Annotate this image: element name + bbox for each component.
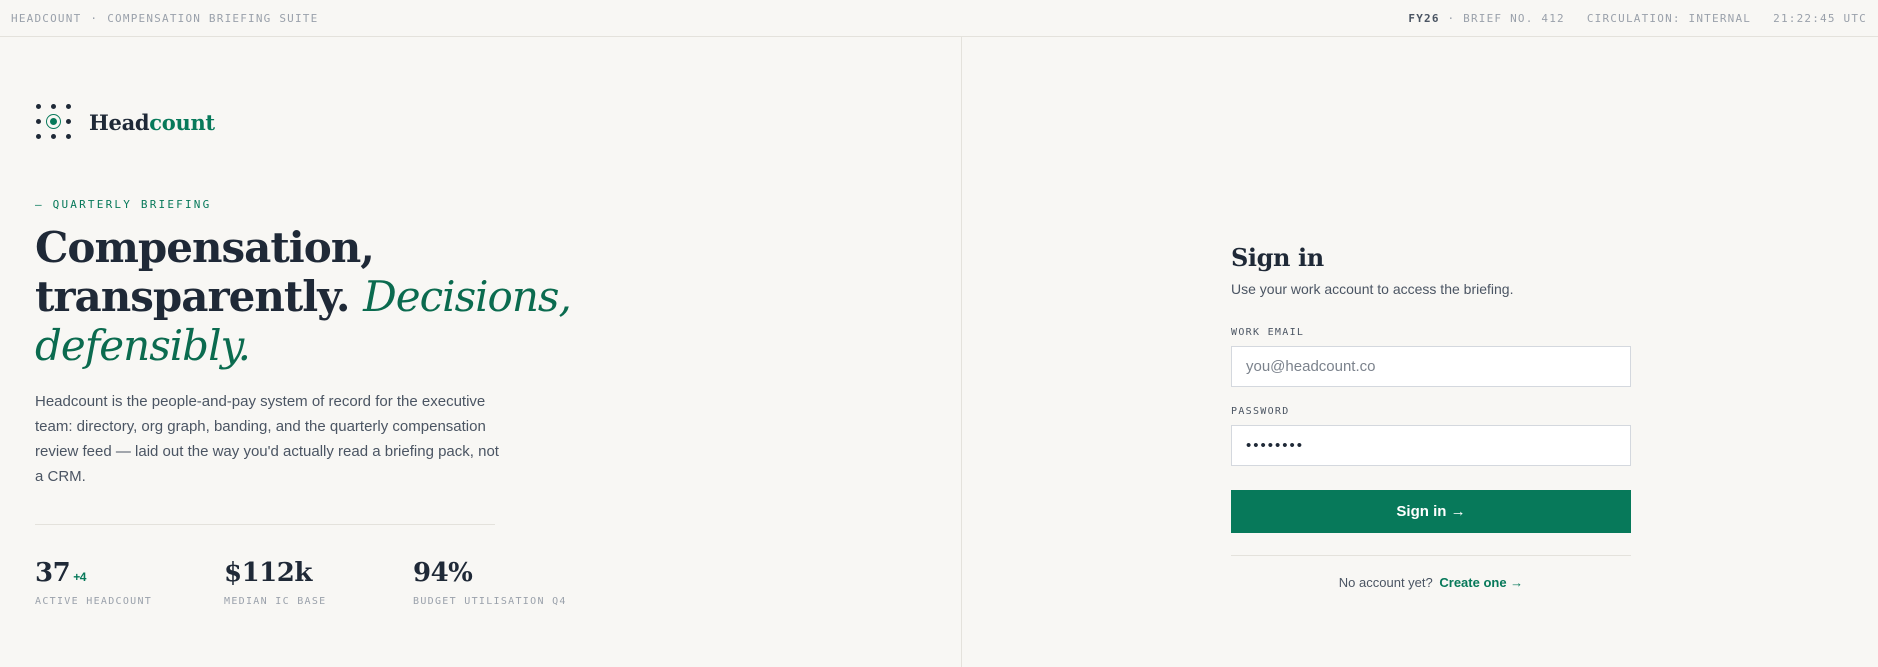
- form-title: Sign in: [1231, 243, 1324, 272]
- brief-number: FY26 · BRIEF NO. 412: [1408, 12, 1564, 25]
- stat-budget-utilisation: 94% BUDGET UTILISATION Q4: [413, 558, 567, 607]
- stat-label: ACTIVE HEADCOUNT: [35, 596, 153, 607]
- top-bar-separator: ·: [90, 11, 99, 25]
- sign-in-button[interactable]: Sign in →: [1231, 490, 1631, 533]
- pane-divider: [961, 37, 962, 667]
- signup-prompt: No account yet? Create one →: [1231, 575, 1631, 590]
- circulation-label: CIRCULATION: INTERNAL: [1586, 11, 1752, 25]
- top-bar-right: FY26 · BRIEF NO. 412 CIRCULATION: INTERN…: [1408, 12, 1867, 25]
- top-bar: HEADCOUNT · COMPENSATION BRIEFING SUITE FY…: [0, 0, 1878, 37]
- stat-label: BUDGET UTILISATION Q4: [413, 596, 567, 607]
- stat-value: $112k: [224, 558, 312, 588]
- stat-median-ic-base: $112k MEDIAN IC BASE: [224, 558, 327, 607]
- email-field[interactable]: [1231, 346, 1631, 387]
- fiscal-year: FY26: [1408, 11, 1440, 25]
- intro-pane: Headcount — QUARTERLY BRIEFING Compensat…: [35, 37, 595, 667]
- dot-grid-logo-icon: [35, 103, 73, 141]
- email-label: WORK EMAIL: [1231, 327, 1305, 338]
- no-account-text: No account yet?: [1338, 575, 1433, 590]
- password-field[interactable]: [1231, 425, 1631, 466]
- stat-value: 37: [35, 558, 71, 588]
- lead-paragraph: Headcount is the people-and-pay system o…: [35, 393, 499, 485]
- top-bar-suite: COMPENSATION BRIEFING SUITE: [107, 11, 319, 25]
- eyebrow: — QUARTERLY BRIEFING: [35, 198, 212, 211]
- create-account-link[interactable]: Create one →: [1439, 575, 1523, 590]
- stat-label: MEDIAN IC BASE: [224, 596, 327, 607]
- stat-value: 94%: [413, 558, 473, 588]
- headline: Compensation, transparently. Decisions, …: [35, 223, 572, 370]
- clock: 21:22:45 UTC: [1773, 11, 1867, 25]
- brand-logo[interactable]: Headcount: [35, 103, 215, 141]
- sign-in-form: Sign in Use your work account to access …: [1231, 243, 1631, 590]
- password-label: PASSWORD: [1231, 406, 1290, 417]
- brand-wordmark: Headcount: [89, 109, 215, 135]
- stat-delta: +4: [73, 570, 86, 584]
- stats-divider: [35, 524, 495, 525]
- form-subtitle: Use your work account to access the brie…: [1231, 281, 1514, 297]
- brief-label: · BRIEF NO. 412: [1447, 11, 1565, 25]
- form-divider: [1231, 555, 1631, 556]
- top-bar-left: HEADCOUNT · COMPENSATION BRIEFING SUITE: [11, 12, 318, 25]
- stat-active-headcount: 37 +4 ACTIVE HEADCOUNT: [35, 558, 152, 607]
- top-bar-brand: HEADCOUNT: [11, 11, 82, 25]
